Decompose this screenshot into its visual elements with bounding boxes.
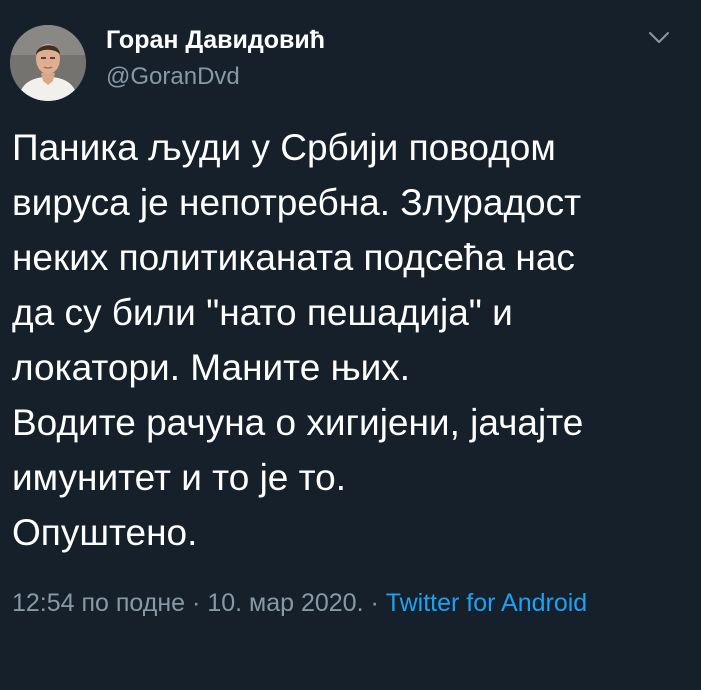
tweet-date[interactable]: 10. мар 2020. [207, 589, 363, 617]
author-display-name[interactable]: Горан Давидовић [106, 26, 325, 55]
tweet-text-line: Водите рачуна о хигијени, јачајте [12, 402, 584, 443]
avatar[interactable] [10, 25, 86, 101]
meta-separator: · [185, 589, 208, 617]
tweet-time[interactable]: 12:54 по подне [12, 589, 185, 617]
tweet-text-line: локатори. Маните њих. [12, 347, 411, 388]
tweet-text-line: Опуштено. [12, 512, 198, 553]
tweet-source-link[interactable]: Twitter for Android [386, 589, 587, 617]
tweet-text-line: имунитет и то је то. [12, 457, 347, 498]
tweet-text-line: Паника људи у Србији поводом [12, 127, 556, 168]
tweet-card: Горан Давидовић @GoranDvd Паника људи у … [0, 0, 701, 690]
author-handle[interactable]: @GoranDvd [106, 63, 240, 91]
avatar-photo [10, 25, 86, 101]
tweet-text-line: вируса је непотребна. Злурадост [12, 182, 582, 223]
tweet-metadata: 12:54 по подне · 10. мар 2020. · Twitter… [12, 584, 692, 622]
tweet-text-line: неких политиканата подсећа нас [12, 237, 575, 278]
meta-separator: · [363, 589, 386, 617]
chevron-down-icon[interactable] [645, 24, 673, 52]
tweet-text: Паника људи у Србији поводом вируса је н… [12, 120, 692, 560]
tweet-text-line: да су били "нато пешадија" и [12, 292, 513, 333]
